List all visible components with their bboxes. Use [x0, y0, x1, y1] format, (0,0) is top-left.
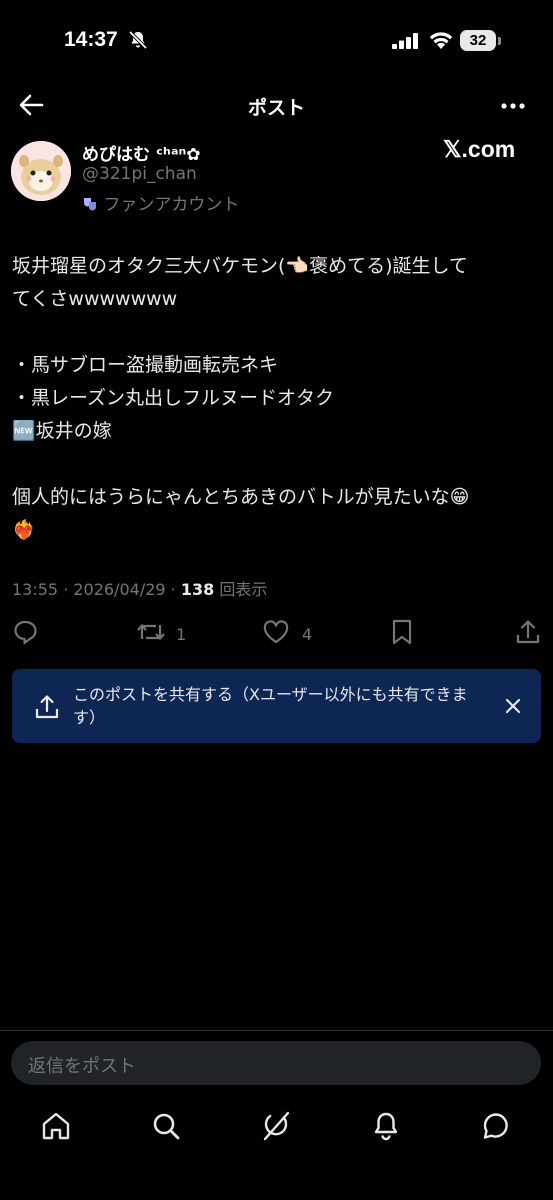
- post-line: ❤️‍🔥: [12, 519, 36, 541]
- repost-button[interactable]: 1: [136, 619, 186, 649]
- bookmark-icon: [390, 619, 414, 650]
- share-icon: [34, 694, 60, 724]
- bell-icon: [366, 1112, 406, 1150]
- bell-off-icon: [128, 30, 148, 54]
- battery-indicator: 32: [460, 30, 496, 51]
- reply-icon: [12, 620, 38, 649]
- post-line: てくさwwwwwww: [12, 288, 178, 310]
- bookmark-button[interactable]: [390, 618, 414, 650]
- home-icon: [36, 1112, 76, 1150]
- post-line: ・黒レーズン丸出しフルヌードオタク: [12, 387, 335, 409]
- views-label: 回表示: [219, 580, 268, 599]
- tab-grok[interactable]: [256, 1106, 296, 1146]
- status-bar: 14:37 32: [0, 0, 553, 80]
- divider: [0, 1030, 553, 1031]
- avatar[interactable]: [11, 141, 71, 201]
- tab-notifications[interactable]: [366, 1106, 406, 1146]
- reply-button[interactable]: [12, 619, 38, 649]
- x-com-watermark: 𝕏.com: [443, 136, 516, 162]
- repost-count: 1: [176, 624, 187, 644]
- share-toast-text: このポストを共有する（Xユーザー以外にも共有できます）: [73, 685, 468, 727]
- post-line: 🆕坂井の嫁: [12, 420, 112, 442]
- wifi-icon: [428, 30, 454, 54]
- chat-bubble-icon: [476, 1113, 516, 1150]
- more-options-icon[interactable]: [500, 96, 526, 120]
- post-line: 個人的にはうらにゃんとちあきのバトルが見たいな😁: [12, 486, 470, 508]
- grok-icon: [256, 1111, 296, 1150]
- post-line: [12, 316, 542, 349]
- tab-search[interactable]: [146, 1106, 186, 1146]
- author-handle[interactable]: @321pi_chan: [82, 164, 197, 184]
- search-icon: [146, 1113, 186, 1150]
- tab-messages[interactable]: [476, 1106, 516, 1146]
- share-button[interactable]: [514, 618, 542, 650]
- close-icon[interactable]: [504, 697, 522, 719]
- views-count: 138: [180, 580, 215, 599]
- action-bar: 1 4: [0, 610, 553, 654]
- post-line: ・馬サブロー盗撮動画転売ネキ: [12, 354, 279, 376]
- author-name[interactable]: めぴはむ ᶜʰᵃⁿ✿: [82, 140, 200, 165]
- post-meta: 13:55 · 2026/04/29 · 138 回表示: [12, 576, 267, 600]
- post-line: 坂井瑠星のオタク三大バケモン(👈🏻褒めてる)誕生して: [12, 255, 468, 277]
- post-timestamp[interactable]: 13:55 · 2026/04/29 ·: [12, 580, 181, 599]
- repost-icon: [136, 619, 166, 649]
- like-count: 4: [302, 624, 313, 644]
- fan-account-badge: ファンアカウント: [82, 190, 239, 215]
- cellular-signal-icon: [392, 33, 420, 53]
- post-text: 坂井瑠星のオタク三大バケモン(👈🏻褒めてる)誕生して てくさwwwwwww ・馬…: [12, 250, 542, 547]
- post-line: [12, 448, 542, 481]
- badge-label: ファンアカウント: [103, 195, 240, 215]
- heart-icon: [262, 619, 290, 649]
- share-icon: [514, 620, 542, 650]
- tab-home[interactable]: [36, 1106, 76, 1146]
- share-toast[interactable]: このポストを共有する（Xユーザー以外にも共有できます）: [12, 669, 541, 743]
- like-button[interactable]: 4: [262, 619, 312, 649]
- battery-tip: [498, 37, 501, 45]
- drama-masks-icon: [82, 195, 103, 215]
- reply-input[interactable]: 返信をポスト: [11, 1041, 541, 1085]
- status-time: 14:37: [64, 28, 118, 51]
- reply-placeholder: 返信をポスト: [28, 1056, 136, 1077]
- page-title: ポスト: [247, 97, 305, 119]
